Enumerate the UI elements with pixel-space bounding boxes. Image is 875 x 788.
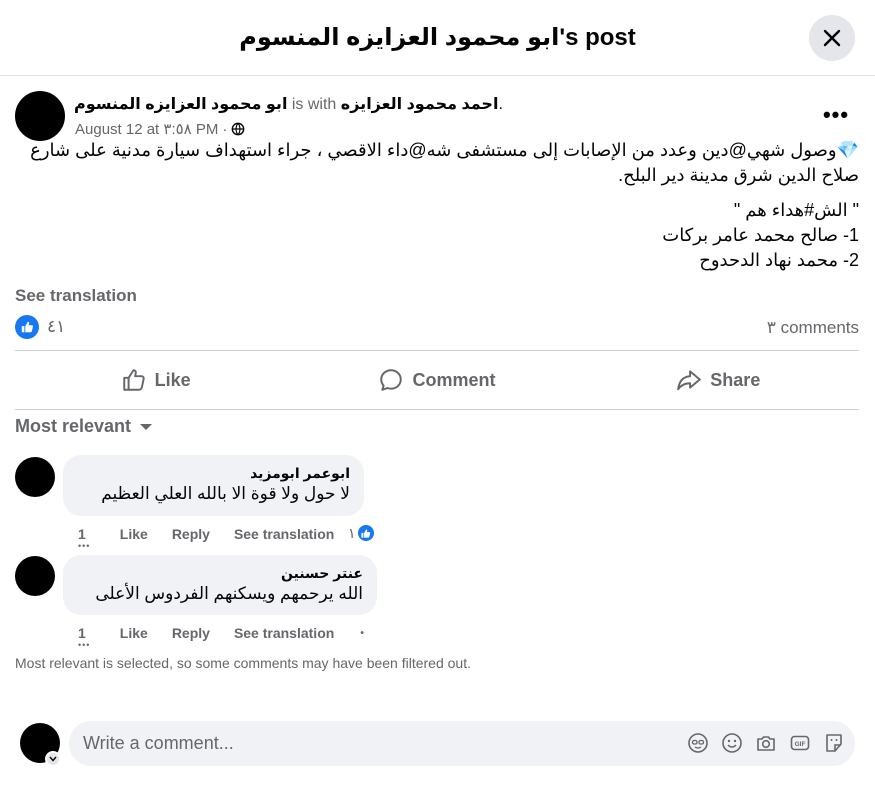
dialog-header: ابو محمود العزايزه المنسوم's post — [0, 0, 875, 76]
martyrs-title: " الش#هداء هم " — [733, 200, 859, 220]
share-button[interactable]: Share — [578, 351, 859, 409]
sort-label: Most relevant — [15, 416, 132, 436]
reaction-count: ٤١ — [47, 317, 66, 336]
comment-like-button[interactable]: Like — [120, 526, 148, 542]
gif-icon[interactable]: GIF — [789, 732, 811, 754]
chevron-down-icon — [49, 756, 57, 762]
more-options-button[interactable]: ••• — [821, 100, 851, 130]
thumbs-up-icon — [122, 369, 145, 391]
comment-see-translation[interactable]: See translation — [234, 526, 334, 542]
svg-text:GIF: GIF — [795, 741, 806, 748]
tagged-user-name[interactable]: احمد محمود العزايزه — [341, 96, 499, 113]
comment-button[interactable]: Comment — [296, 351, 577, 409]
comment-reply-button[interactable]: Reply — [172, 526, 210, 542]
share-icon — [677, 370, 702, 391]
post-dialog: ابو محمود العزايزه المنسوم's post ابو مح… — [0, 0, 875, 788]
meta-separator: · — [222, 120, 228, 138]
with-text: is with — [291, 96, 337, 113]
post-author-line: ابو محمود العزايزه المنسوم is with احمد … — [74, 94, 503, 114]
comment-text: الله يرحمهم ويسكنهم الفردوس الأعلى — [95, 584, 363, 603]
comment-bubble: عنتر حسنين الله يرحمهم ويسكنهم الفردوس ا… — [63, 555, 377, 615]
comment-time[interactable]: 1 — [78, 526, 86, 542]
avatar-sticker-icon[interactable] — [687, 732, 709, 754]
post-text-main: 💎وصول شهي@دين وعدد من الإصابات إلى مستشف… — [30, 140, 859, 185]
post-body: 💎وصول شهي@دين وعدد من الإصابات إلى مستشف… — [15, 138, 859, 273]
comments-count[interactable]: ٣ comments — [767, 318, 859, 338]
comment-reply-button[interactable]: Reply — [172, 625, 210, 641]
comment-actions: 1 Like Reply See translation • — [78, 625, 388, 641]
sticker-icon[interactable] — [823, 732, 845, 754]
caret-down-icon — [140, 423, 153, 430]
action-bar: Like Comment Share — [15, 350, 859, 410]
comment-text: لا حول ولا قوة الا بالله العلي العظيم — [101, 484, 350, 503]
comment-bubble: ابوعمر ابومزيد لا حول ولا قوة الا بالله … — [63, 455, 364, 516]
profile-switch-caret[interactable] — [45, 751, 61, 767]
comment-input[interactable] — [83, 733, 643, 754]
post-author-name[interactable]: ابو محمود العزايزه المنسوم — [74, 96, 287, 113]
share-label: Share — [710, 369, 761, 390]
emoji-icon[interactable] — [721, 732, 743, 754]
comment-time-dots: ••• — [78, 541, 91, 551]
post-meta: August 12 at ٣:٥٨ PM · — [75, 120, 245, 138]
comment-like-button[interactable]: Like — [120, 625, 148, 641]
martyr-item-1: 1- صالح محمد عامر بركات — [662, 225, 859, 245]
tagged-suffix: . — [498, 96, 503, 113]
comment-see-translation[interactable]: See translation — [234, 625, 334, 641]
comment-avatar[interactable] — [15, 556, 55, 596]
comment-time[interactable]: 1 — [78, 625, 86, 641]
like-reaction-icon — [355, 523, 376, 543]
comment-author[interactable]: ابوعمر ابومزيد — [77, 464, 350, 482]
comment-author[interactable]: عنتر حسنين — [77, 564, 363, 582]
post-author-avatar[interactable] — [15, 91, 65, 141]
close-button[interactable] — [809, 15, 855, 61]
dialog-title: ابو محمود العزايزه المنسوم's post — [239, 24, 636, 51]
like-label: Like — [154, 369, 191, 390]
like-button[interactable]: Like — [15, 351, 296, 409]
post-date[interactable]: August 12 at ٣:٥٨ PM — [75, 120, 218, 138]
composer-icons: GIF — [687, 732, 845, 754]
close-icon — [823, 29, 841, 47]
like-reaction-icon — [15, 315, 39, 339]
comment-label: Comment — [412, 369, 496, 390]
comment-avatar[interactable] — [15, 457, 55, 497]
martyr-item-2: 2- محمد نهاد الدحدوح — [699, 250, 859, 270]
see-translation-link[interactable]: See translation — [15, 286, 137, 306]
comment-icon — [380, 369, 403, 391]
reactions-summary[interactable]: ٤١ — [15, 315, 65, 339]
globe-icon — [232, 122, 245, 136]
comment-time-dots: ••• — [78, 640, 91, 650]
comment-composer: GIF — [69, 721, 855, 766]
filter-note: Most relevant is selected, so some comme… — [15, 655, 471, 671]
comment-sort-dropdown[interactable]: Most relevant — [15, 416, 153, 437]
camera-icon[interactable] — [755, 732, 777, 754]
comment-actions: 1 Like Reply See translation — [78, 526, 358, 542]
comment-bullet: • — [360, 627, 364, 639]
